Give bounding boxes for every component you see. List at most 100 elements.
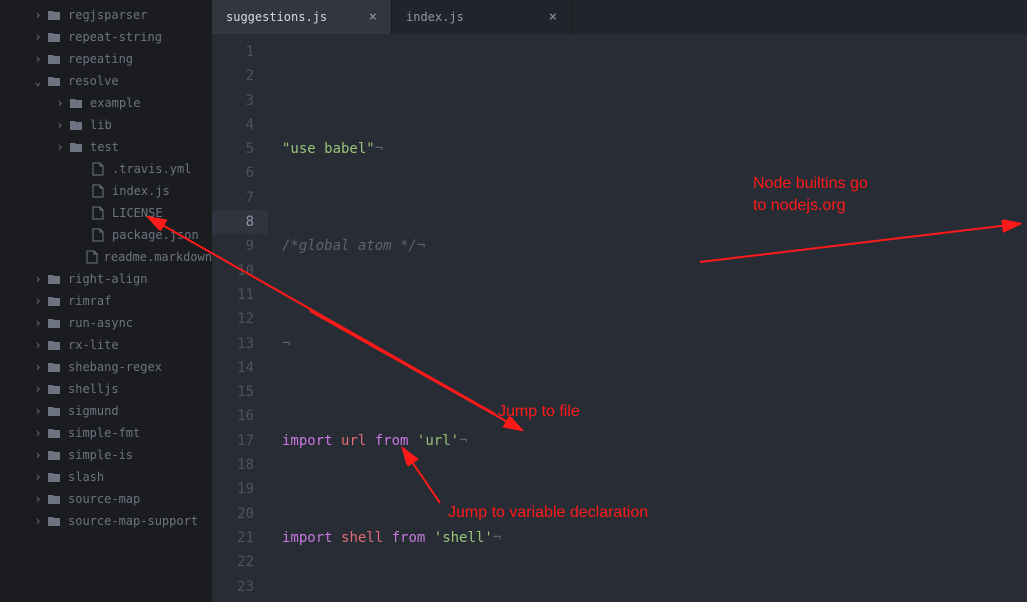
tree-file[interactable]: readme.markdown (0, 246, 212, 268)
tree-folder[interactable]: › right-align (0, 268, 212, 290)
tree-folder[interactable]: › sigmund (0, 400, 212, 422)
folder-icon (46, 317, 62, 329)
tree-item-label: shelljs (68, 382, 119, 396)
line-number: 5 (212, 137, 268, 161)
line-number: 8 (212, 210, 268, 234)
line-number: 1 (212, 40, 268, 64)
line-number: 7 (212, 186, 268, 210)
line-number: 22 (212, 550, 268, 574)
tree-folder[interactable]: ›source-map (0, 488, 212, 510)
tree-item-label: readme.markdown (104, 250, 212, 264)
chevron-right-icon: › (54, 118, 66, 132)
tree-item-label: LICENSE (112, 206, 163, 220)
tree-item-label: shebang-regex (68, 360, 162, 374)
tree-file[interactable]: index.js (0, 180, 212, 202)
tree-item-label: right-align (68, 272, 147, 286)
editor-pane: suggestions.js × index.js × 123456789101… (212, 0, 1027, 602)
code-editor[interactable]: 123456789101112131415161718192021222324 … (212, 34, 1027, 602)
tree-file[interactable]: LICENSE (0, 202, 212, 224)
line-number: 15 (212, 380, 268, 404)
folder-icon (46, 295, 62, 307)
tree-folder[interactable]: ›source-map-support (0, 510, 212, 532)
line-number: 12 (212, 307, 268, 331)
file-icon (90, 184, 106, 198)
chevron-right-icon: › (32, 30, 44, 44)
line-number: 3 (212, 89, 268, 113)
tree-item-label: slash (68, 470, 104, 484)
tree-item-label: .travis.yml (112, 162, 191, 176)
line-number: 10 (212, 259, 268, 283)
tree-folder[interactable]: ›repeat-string (0, 26, 212, 48)
tree-folder[interactable]: › shebang-regex (0, 356, 212, 378)
folder-icon (46, 53, 62, 65)
tab-label: suggestions.js (226, 10, 327, 24)
line-number: 11 (212, 283, 268, 307)
tree-folder[interactable]: ›slash (0, 466, 212, 488)
tree-item-label: package.json (112, 228, 199, 242)
tab-index-js[interactable]: index.js × (392, 0, 572, 34)
tree-item-label: sigmund (68, 404, 119, 418)
tree-folder[interactable]: › repeating (0, 48, 212, 70)
line-number: 2 (212, 64, 268, 88)
folder-icon (68, 141, 84, 153)
tree-item-label: example (90, 96, 141, 110)
close-icon[interactable]: × (549, 9, 557, 25)
tree-item-label: resolve (68, 74, 119, 88)
tree-item-label: run-async (68, 316, 133, 330)
line-number: 9 (212, 234, 268, 258)
chevron-right-icon: › (32, 52, 44, 66)
chevron-right-icon: › (32, 382, 44, 396)
tree-folder[interactable]: ⌄resolve (0, 70, 212, 92)
folder-icon (46, 449, 62, 461)
line-number: 14 (212, 356, 268, 380)
tree-item-label: rimraf (68, 294, 111, 308)
chevron-right-icon: › (32, 338, 44, 352)
tree-folder[interactable]: ›run-async (0, 312, 212, 334)
tree-folder[interactable]: › rx-lite (0, 334, 212, 356)
tree-folder[interactable]: ›test (0, 136, 212, 158)
tree-folder[interactable]: › simple-is (0, 444, 212, 466)
tree-folder[interactable]: › regjsparser (0, 4, 212, 26)
tree-item-label: lib (90, 118, 112, 132)
folder-icon (46, 471, 62, 483)
folder-icon (46, 383, 62, 395)
chevron-right-icon: › (32, 8, 44, 22)
tree-file[interactable]: package.json (0, 224, 212, 246)
chevron-right-icon: › (32, 426, 44, 440)
tree-item-label: simple-is (68, 448, 133, 462)
code-area[interactable]: "use babel"¬ /*global atom */¬ ¬ import … (268, 34, 1027, 602)
chevron-right-icon: › (32, 404, 44, 418)
line-number: 18 (212, 453, 268, 477)
tree-folder[interactable]: › shelljs (0, 378, 212, 400)
line-number: 19 (212, 477, 268, 501)
line-number-gutter: 123456789101112131415161718192021222324 (212, 34, 268, 602)
tree-folder[interactable]: ›example (0, 92, 212, 114)
file-icon (90, 162, 106, 176)
close-icon[interactable]: × (369, 9, 377, 25)
tree-file[interactable]: .travis.yml (0, 158, 212, 180)
line-number: 23 (212, 575, 268, 599)
tree-folder[interactable]: › simple-fmt (0, 422, 212, 444)
line-number: 13 (212, 332, 268, 356)
file-tree: ›regjsparser›repeat-string›repeating⌄res… (0, 0, 212, 602)
folder-icon (46, 339, 62, 351)
tree-item-label: repeating (68, 52, 133, 66)
folder-icon (46, 427, 62, 439)
file-icon (90, 206, 106, 220)
tree-item-label: regjsparser (68, 8, 147, 22)
folder-icon (46, 515, 62, 527)
chevron-right-icon: › (32, 448, 44, 462)
tree-folder[interactable]: › rimraf (0, 290, 212, 312)
chevron-right-icon: › (32, 360, 44, 374)
tree-folder[interactable]: › lib (0, 114, 212, 136)
line-number: 21 (212, 526, 268, 550)
tab-suggestions-js[interactable]: suggestions.js × (212, 0, 392, 34)
folder-icon (46, 75, 62, 87)
tree-item-label: simple-fmt (68, 426, 140, 440)
line-number: 6 (212, 161, 268, 185)
chevron-right-icon: › (32, 294, 44, 308)
chevron-right-icon: › (32, 272, 44, 286)
folder-icon (68, 119, 84, 131)
tree-item-label: rx-lite (68, 338, 119, 352)
chevron-right-icon: › (32, 492, 44, 506)
